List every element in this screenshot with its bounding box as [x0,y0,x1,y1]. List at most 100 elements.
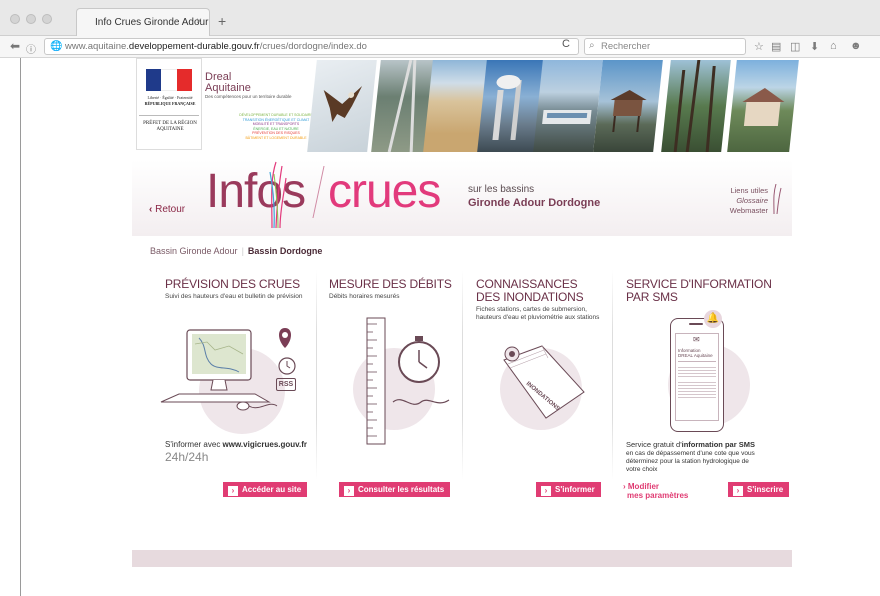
sms-section: SERVICE D'INFORMATION PAR SMS ✉ Informat… [623,278,792,502]
prevision-section: PRÉVISION DES CRUES Suivi des hauteurs d… [160,278,315,502]
subtitle-bassins: Gironde Adour Dordogne [468,197,601,209]
sms-desc-bold: information par SMS [681,440,755,449]
sms-desc-title: Service gratuit d'information par SMS [626,440,755,449]
search-input[interactable]: ⌕ Rechercher [584,38,746,55]
vigicrues-prefix: S'informer avec [165,440,223,449]
tram-photo [533,60,603,152]
reed-icon [269,161,287,228]
download-icon[interactable]: ⬇ [810,40,819,53]
envelope-icon: ✉ [693,335,700,344]
basin-separator: | [241,246,244,256]
back-link-label: Retour [155,204,186,215]
phone-icon: ✉ Information DREAL Aquitaine [670,318,724,432]
brand-infos: Infos [206,165,306,218]
webmaster-link[interactable]: Webmaster [712,206,768,216]
url-bar[interactable]: 🌐 www.aquitaine.developpement-durable.go… [44,38,579,55]
dreal-topics: DÉVELOPPEMENT DURABLE ET SOLIDAIRE TRANS… [236,113,316,140]
url-domain: developpement-durable.gouv.fr [128,41,260,52]
basin-dordogne-link[interactable]: Bassin Dordogne [248,246,323,256]
mesure-subtitle: Débits horaires mesurés [329,293,400,300]
bookmark-star-icon[interactable]: ☆ [754,40,764,53]
back-link[interactable]: ‹ Retour [149,204,185,215]
mesure-section: MESURE DES DÉBITS Débits horaires mesuré… [329,278,461,502]
chevron-left-icon: ‹ [149,204,153,215]
sinscrire-button[interactable]: › S'inscrire [728,482,790,497]
bell-icon: 🔔 [704,310,722,328]
sms-title-line2: PAR SMS [626,290,678,304]
search-placeholder: Rechercher [601,41,651,52]
tab-close-icon[interactable]: × [196,16,202,27]
window-edge [20,58,21,596]
cta-label: S'informer [555,485,595,494]
connaissances-subtitle: Fiches stations, cartes de submersion, h… [476,306,600,321]
eagle-photo [307,60,377,152]
glossaire-link[interactable]: Glossaire [712,196,768,206]
column-divider [316,270,317,480]
site-identity-icon[interactable]: ⓘ [26,41,36,56]
basin-gironde-adour-link[interactable]: Bassin Gironde Adour [150,246,238,256]
footer-bar [132,550,792,567]
vigicrues-link[interactable]: www.vigicrues.gouv.fr [223,440,307,449]
site-banner: Liberté · Égalité · Fraternité RÉPUBLIQU… [136,58,799,154]
column-divider [462,270,463,480]
modifier-parametres-link[interactable]: › Modifier mes paramètres [623,482,688,500]
search-icon: ⌕ [589,40,595,51]
brand-divider [312,166,325,218]
manor-photo [727,60,799,152]
book-icon: INONDATIONS [503,345,585,419]
mesure-title: MESURE DES DÉBITS [329,277,452,291]
hours-label: 24h/24h [165,450,209,464]
utility-links: Liens utiles Glossaire Webmaster [712,186,768,216]
dreal-topic: DÉVELOPPEMENT DURABLE ET SOLIDAIRE [239,113,313,117]
pocket-icon[interactable]: ◫ [790,40,800,53]
gauge-stopwatch-icon [366,317,450,445]
consulter-resultats-button[interactable]: › Consulter les résultats [339,482,451,497]
reading-list-icon[interactable]: ▤ [771,40,781,53]
cta-label: Consulter les résultats [358,485,445,494]
marianne-logo: Liberté · Égalité · Fraternité RÉPUBLIQU… [136,58,202,150]
hut-photo [593,60,663,152]
connaissances-title-line2: DES INONDATIONS [476,290,584,304]
liens-utiles-link[interactable]: Liens utiles [712,186,768,196]
tab-title: Info Crues Gironde Adour D... [95,17,209,28]
small-reed-icon [773,184,782,214]
acceder-au-site-button[interactable]: › Accéder au site [223,482,308,497]
minimize-window-button[interactable] [26,14,36,24]
sms-desc-prefix: Service gratuit d' [626,440,682,449]
french-flag-icon [146,69,192,91]
sinformer-button[interactable]: › S'informer [536,482,601,497]
cta-label: S'inscrire [747,485,784,494]
chevron-right-icon: › [344,486,354,496]
modifier-line2: mes paramètres [627,491,689,500]
close-window-button[interactable] [10,14,20,24]
url-prefix: www.aquitaine. [65,41,129,52]
subtitle-sur-les-bassins: sur les bassins [468,184,535,195]
reload-icon[interactable]: C [562,38,570,50]
chat-icon[interactable]: ☻ [850,40,862,52]
url-path: /crues/dordogne/index.do [259,41,367,52]
sms-desc-body: en cas de dépassement d'une cote que vou… [626,450,755,473]
republic-motto: Liberté · Égalité · Fraternité [147,95,193,100]
browser-tab-bar: Info Crues Gironde Adour D... × + [0,0,880,36]
dreal-title: Dreal Aquitaine [205,72,251,94]
hero-header: ‹ Retour Infos crues sur les bassins Gir… [132,160,792,236]
chevron-right-icon: › [228,486,238,496]
globe-icon: 🌐 [50,41,63,52]
dreal-region: Aquitaine [205,82,251,94]
home-icon[interactable]: ⌂ [830,40,837,52]
browser-tab[interactable]: Info Crues Gironde Adour D... × [76,8,210,36]
maximize-window-button[interactable] [42,14,52,24]
prevision-subtitle: Suivi des hauteurs d'eau et bulletin de … [165,293,303,300]
rss-badge[interactable]: RSS [276,378,296,391]
connaissances-section: CONNAISSANCES DES INONDATIONS Fiches sta… [476,278,612,502]
brand-crues: crues [328,165,441,218]
dreal-topic: BÂTIMENT ET LOGEMENT DURABLE [245,135,307,140]
modifier-line1: Modifier [627,482,659,491]
new-tab-button[interactable]: + [218,13,226,29]
forest-photo [661,60,731,152]
back-arrow-icon[interactable]: ⬅ [10,39,20,53]
prefet-label: PRÉFET DE LA RÉGION AQUITAINE [143,121,197,132]
column-divider [612,270,613,480]
browser-nav-bar: ⬅ ⓘ 🌐 www.aquitaine.developpement-durabl… [0,36,880,58]
chevron-right-icon: › [733,486,743,496]
